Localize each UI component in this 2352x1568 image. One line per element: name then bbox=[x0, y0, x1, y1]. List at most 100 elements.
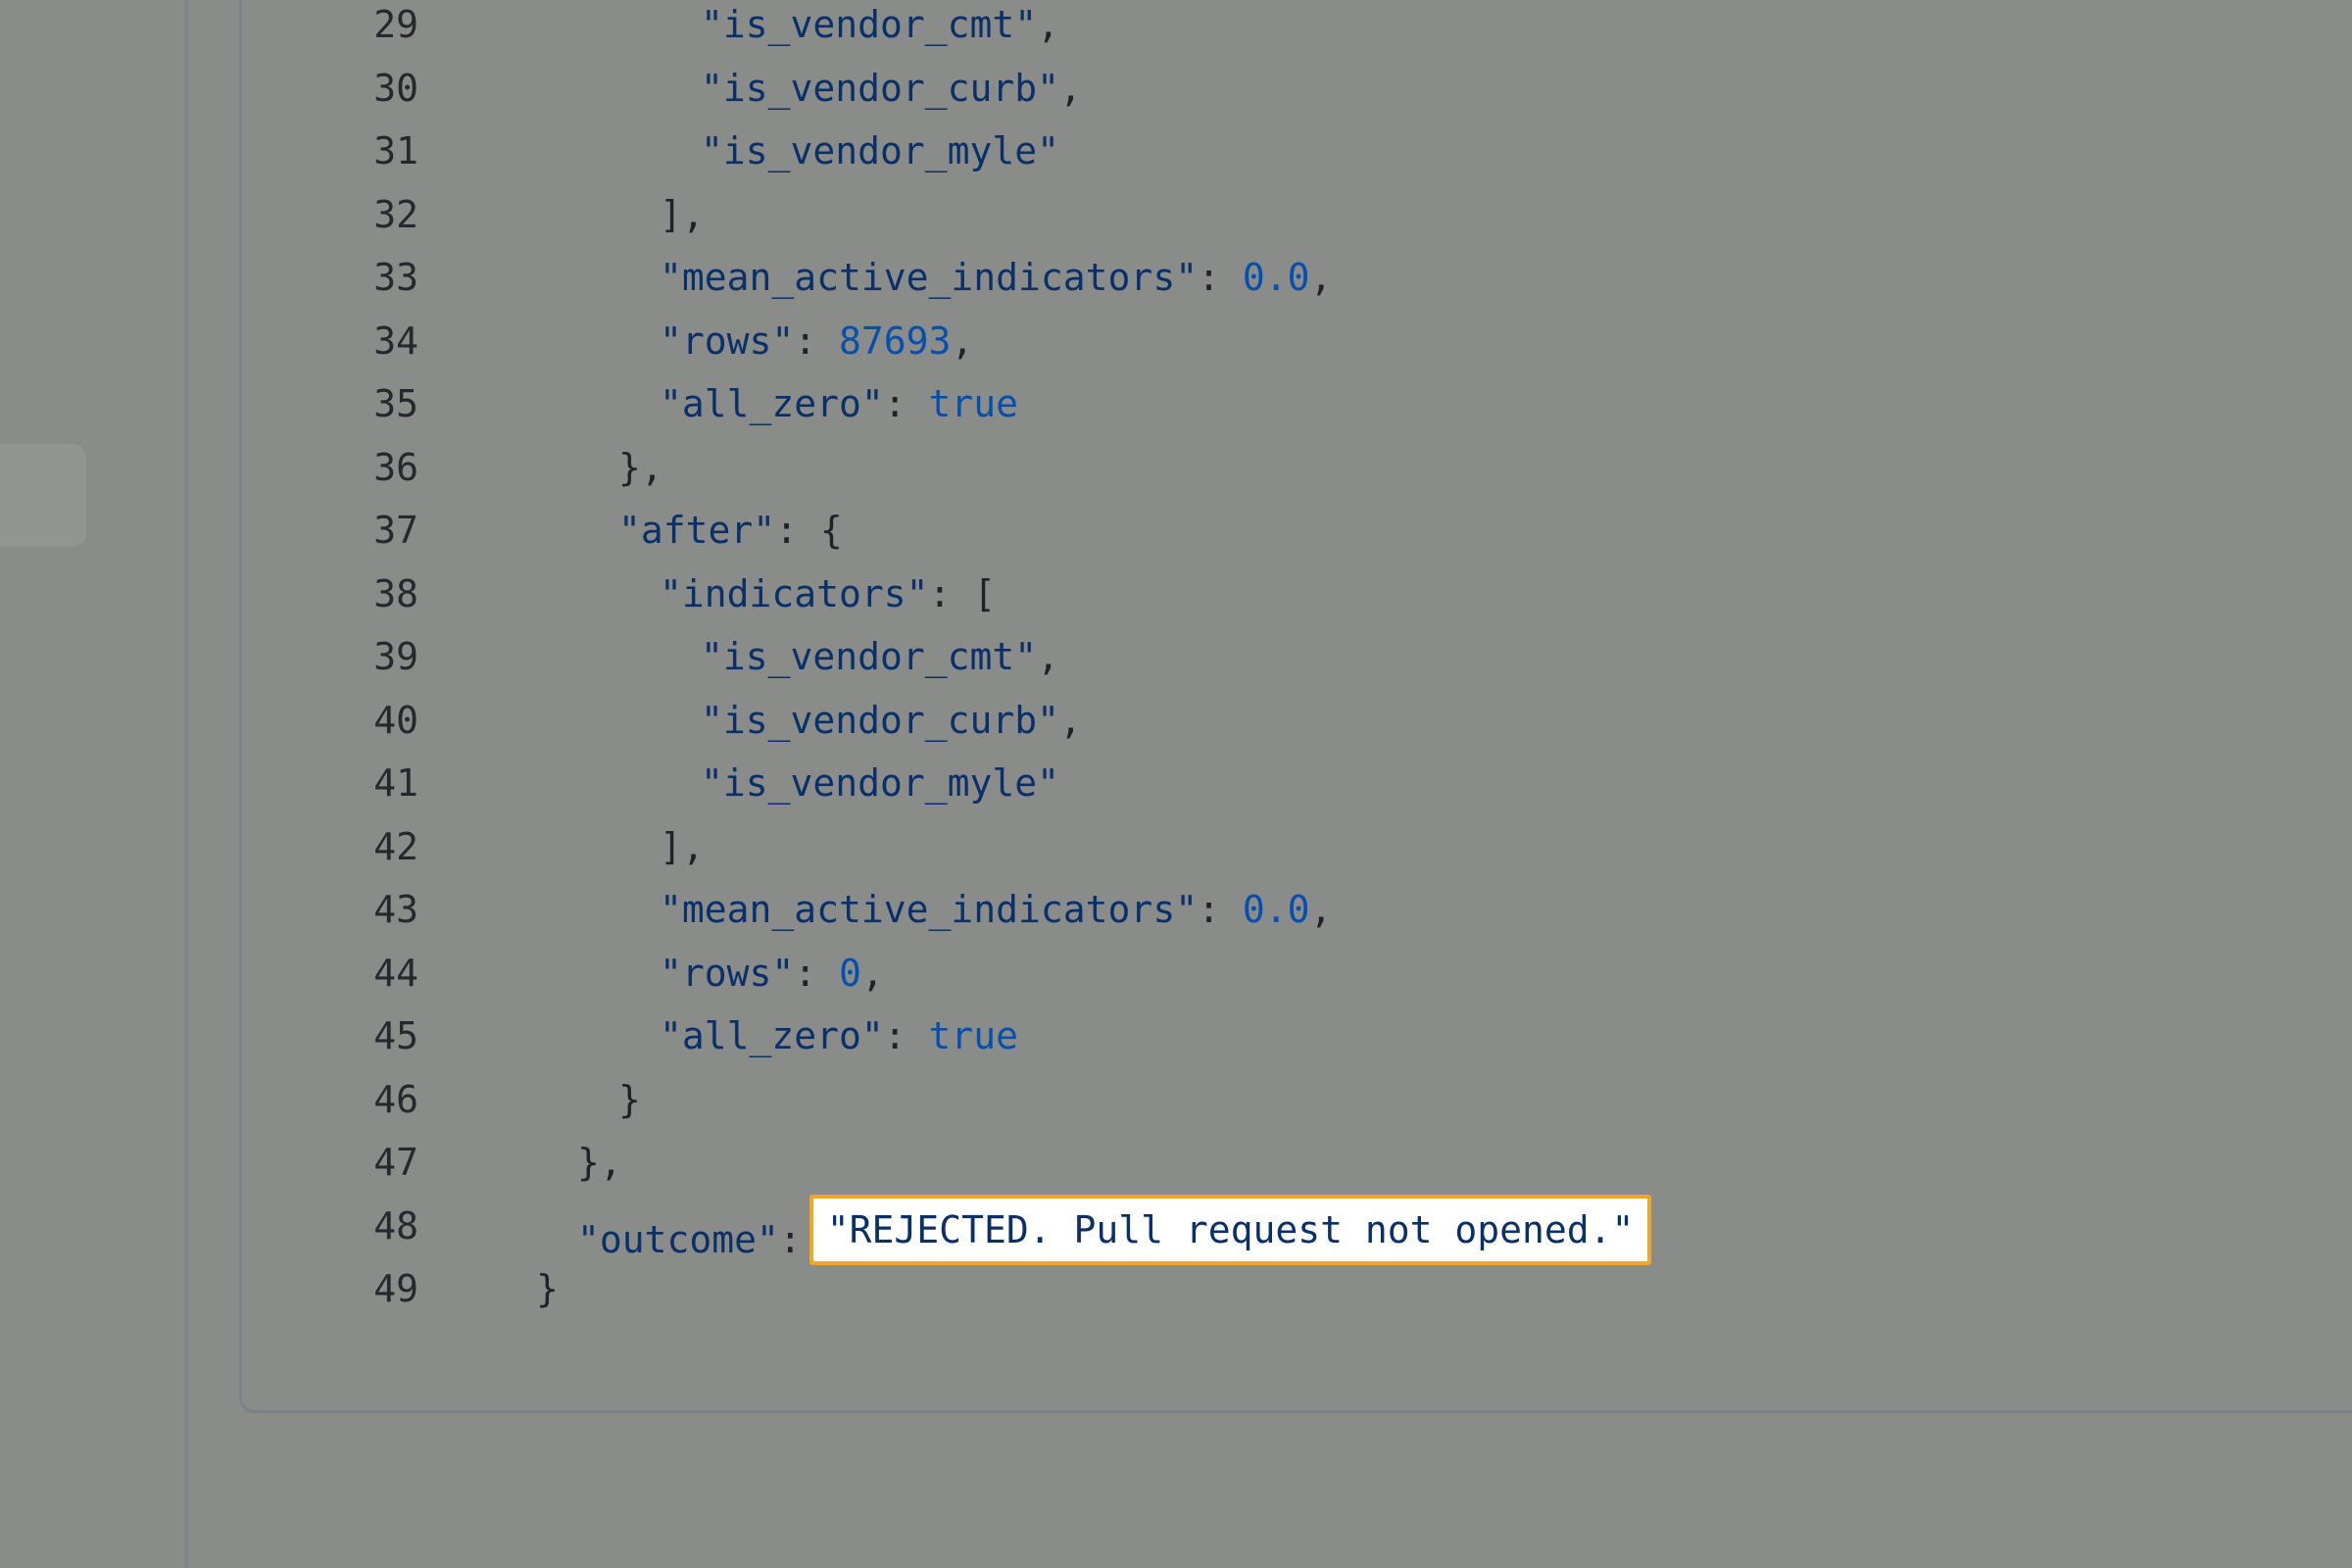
code-line: 30 "is_vendor_curb", bbox=[242, 67, 2352, 130]
line-number: 37 bbox=[373, 509, 418, 552]
json-punctuation: : bbox=[1198, 888, 1243, 931]
json-key: "all_zero" bbox=[660, 1014, 884, 1057]
json-value: 0.0 bbox=[1242, 256, 1310, 299]
line-number: 42 bbox=[373, 824, 418, 868]
json-string: "is_vendor_curb" bbox=[701, 66, 1060, 110]
json-punctuation: , bbox=[951, 318, 974, 363]
json-value: 0.0 bbox=[1242, 888, 1310, 931]
json-punctuation: , bbox=[1059, 66, 1082, 110]
json-punctuation: ], bbox=[660, 824, 705, 868]
json-punctuation: : [ bbox=[928, 571, 997, 615]
json-punctuation: , bbox=[860, 951, 884, 995]
line-number: 49 bbox=[373, 1267, 418, 1310]
json-key: "mean_active_indicators" bbox=[660, 256, 1199, 299]
line-number: 45 bbox=[373, 1014, 418, 1057]
code-content: "is_vendor_myle" bbox=[701, 129, 1059, 172]
json-punctuation: : bbox=[794, 951, 840, 995]
code-block-panel: 29 "is_vendor_cmt", 30 "is_vendor_curb", 31 "… bbox=[239, 0, 2352, 1413]
line-number: 38 bbox=[373, 571, 418, 615]
line-number: 35 bbox=[373, 382, 418, 425]
json-value: 87693 bbox=[839, 318, 952, 363]
code-line: 43 "mean_active_indicators": 0.0, bbox=[242, 888, 2352, 952]
json-punctuation: , bbox=[1309, 888, 1333, 931]
code-content: "is_vendor_curb", bbox=[701, 67, 1082, 110]
code-content: "rows": 87693, bbox=[660, 319, 973, 363]
code-line: 35 "all_zero": true bbox=[242, 382, 2352, 446]
json-string: "is_vendor_myle" bbox=[701, 761, 1060, 805]
json-punctuation: : bbox=[794, 318, 840, 363]
line-number: 46 bbox=[373, 1077, 418, 1121]
json-punctuation: , bbox=[1037, 635, 1060, 678]
json-punctuation: } bbox=[536, 1267, 559, 1310]
line-number: 32 bbox=[373, 192, 418, 236]
code-content: }, bbox=[618, 446, 663, 489]
code-content: "outcome": "REJECTED. Pull request not op… bbox=[577, 1194, 1652, 1275]
code-content: "is_vendor_myle" bbox=[701, 761, 1059, 805]
code-line: 32], bbox=[242, 193, 2352, 257]
line-number: 48 bbox=[373, 1203, 418, 1248]
line-number: 31 bbox=[373, 129, 418, 172]
code-content: "after": { bbox=[618, 509, 843, 552]
line-number: 34 bbox=[373, 318, 418, 363]
code-content: "rows": 0, bbox=[660, 952, 884, 995]
code-content: } bbox=[618, 1078, 641, 1121]
code-line: 41 "is_vendor_myle" bbox=[242, 761, 2352, 825]
json-key: "all_zero" bbox=[660, 382, 884, 425]
json-punctuation: : bbox=[883, 382, 929, 425]
line-number: 43 bbox=[373, 888, 418, 931]
code-line: 42], bbox=[242, 825, 2352, 889]
code-line: 44 "rows": 0, bbox=[242, 952, 2352, 1015]
json-key: "mean_active_indicators" bbox=[660, 888, 1199, 931]
json-punctuation: }, bbox=[618, 445, 663, 489]
json-key: "rows" bbox=[660, 318, 795, 363]
line-number: 47 bbox=[373, 1141, 418, 1184]
json-string: "is_vendor_curb" bbox=[701, 698, 1060, 742]
code-content: "all_zero": true bbox=[660, 1014, 1018, 1057]
json-string: "is_vendor_cmt" bbox=[701, 3, 1038, 46]
line-number: 44 bbox=[373, 951, 418, 995]
json-punctuation: : bbox=[778, 1217, 802, 1261]
line-number: 41 bbox=[373, 761, 418, 805]
json-string: "is_vendor_myle" bbox=[701, 129, 1060, 172]
code-line: 46} bbox=[242, 1078, 2352, 1142]
json-punctuation: : bbox=[883, 1014, 929, 1057]
json-punctuation: ], bbox=[660, 192, 705, 236]
code-content: } bbox=[536, 1267, 559, 1310]
json-punctuation: } bbox=[618, 1077, 641, 1121]
code-content: "all_zero": true bbox=[660, 382, 1018, 425]
code-line: 38 "indicators": [ bbox=[242, 572, 2352, 636]
code-line: 29 "is_vendor_cmt", bbox=[242, 3, 2352, 67]
code-line: 45 "all_zero": true bbox=[242, 1014, 2352, 1078]
code-line: 37 "after": { bbox=[242, 509, 2352, 572]
code-line: 31 "is_vendor_myle" bbox=[242, 129, 2352, 193]
line-number: 40 bbox=[373, 698, 418, 742]
code-content: "is_vendor_curb", bbox=[701, 699, 1082, 742]
json-key: "after" bbox=[618, 509, 776, 552]
json-punctuation: , bbox=[1037, 3, 1060, 46]
code-line: 40 "is_vendor_curb", bbox=[242, 699, 2352, 762]
code-content: ], bbox=[660, 193, 705, 236]
code-line: 33 "mean_active_indicators": 0.0, bbox=[242, 256, 2352, 319]
code-content: "is_vendor_cmt", bbox=[701, 3, 1059, 46]
code-line: 48 "outcome": "REJECTED. Pull request not … bbox=[242, 1194, 2352, 1268]
code-line: 36}, bbox=[242, 446, 2352, 510]
sidebar-divider bbox=[185, 0, 188, 1568]
line-number: 39 bbox=[373, 635, 418, 678]
code-content: "is_vendor_cmt", bbox=[701, 635, 1059, 678]
json-punctuation: : bbox=[1198, 256, 1243, 299]
sidebar-collapsed-tab[interactable] bbox=[0, 444, 86, 547]
json-value: 0 bbox=[839, 951, 861, 995]
json-punctuation: : { bbox=[775, 509, 843, 552]
json-key: "outcome" bbox=[577, 1217, 779, 1261]
json-string: "is_vendor_cmt" bbox=[701, 635, 1038, 678]
code-lines: 29 "is_vendor_cmt", 30 "is_vendor_curb", 31 "… bbox=[242, 3, 2352, 1331]
code-line: 39 "is_vendor_cmt", bbox=[242, 635, 2352, 699]
code-content: "indicators": [ bbox=[660, 572, 996, 615]
line-number: 33 bbox=[373, 256, 418, 299]
json-key: "rows" bbox=[660, 951, 795, 995]
line-number: 36 bbox=[373, 445, 418, 489]
line-number: 29 bbox=[373, 3, 418, 46]
json-punctuation: }, bbox=[577, 1141, 622, 1184]
code-content: "mean_active_indicators": 0.0, bbox=[660, 888, 1332, 931]
json-key: "indicators" bbox=[660, 571, 929, 615]
